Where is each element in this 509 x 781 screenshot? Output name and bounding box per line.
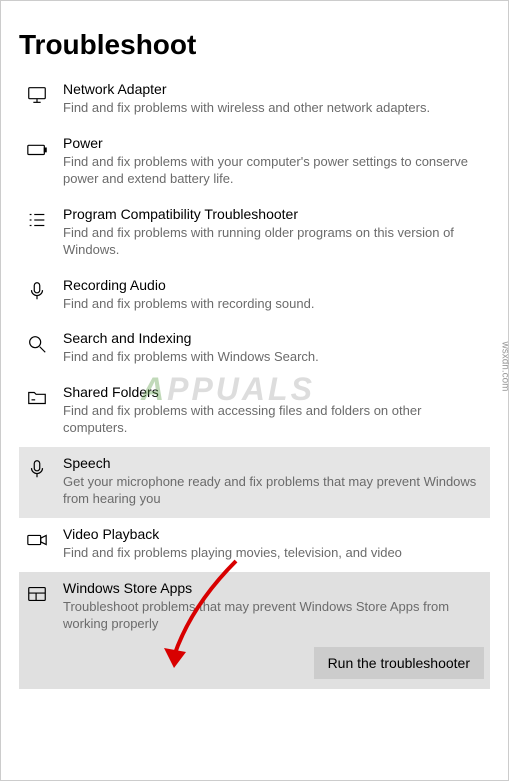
search-icon [25,332,49,356]
item-title: Program Compatibility Troubleshooter [63,206,484,222]
item-desc: Find and fix problems with your computer… [63,153,484,188]
item-text: Power Find and fix problems with your com… [63,135,484,188]
troubleshooter-item-search-and-indexing[interactable]: Search and Indexing Find and fix problems… [19,322,490,376]
item-desc: Find and fix problems with recording sou… [63,295,484,313]
item-text: Windows Store Apps Troubleshoot problems … [63,580,484,633]
monitor-icon [25,83,49,107]
run-troubleshooter-button[interactable]: Run the troubleshooter [314,647,484,679]
item-text: Video Playback Find and fix problems play… [63,526,484,562]
item-text: Shared Folders Find and fix problems with… [63,384,484,437]
troubleshooter-item-shared-folders[interactable]: Shared Folders Find and fix problems with… [19,376,490,447]
item-desc: Find and fix problems playing movies, te… [63,544,484,562]
button-row: Run the troubleshooter [25,647,484,679]
item-desc: Find and fix problems with Windows Searc… [63,348,484,366]
page-title: Troubleshoot [19,29,490,61]
mic-icon [25,279,49,303]
item-text: Recording Audio Find and fix problems wit… [63,277,484,313]
troubleshooter-item-power[interactable]: Power Find and fix problems with your com… [19,127,490,198]
item-title: Recording Audio [63,277,484,293]
item-desc: Find and fix problems with wireless and … [63,99,484,117]
troubleshooter-item-windows-store-apps[interactable]: Windows Store Apps Troubleshoot problems … [19,572,490,689]
mic-icon [25,457,49,481]
item-text: Program Compatibility Troubleshooter Find… [63,206,484,259]
troubleshooter-item-recording-audio[interactable]: Recording Audio Find and fix problems wit… [19,269,490,323]
troubleshooter-item-video-playback[interactable]: Video Playback Find and fix problems play… [19,518,490,572]
item-title: Speech [63,455,484,471]
folder-icon [25,386,49,410]
item-title: Search and Indexing [63,330,484,346]
credit-text: wsxdn.com [499,341,509,391]
item-title: Video Playback [63,526,484,542]
item-title: Power [63,135,484,151]
troubleshooter-item-program-compatibility-troubleshooter[interactable]: Program Compatibility Troubleshooter Find… [19,198,490,269]
video-icon [25,528,49,552]
item-desc: Get your microphone ready and fix proble… [63,473,484,508]
item-title: Shared Folders [63,384,484,400]
item-title: Windows Store Apps [63,580,484,596]
troubleshooter-item-network-adapter[interactable]: Network Adapter Find and fix problems wit… [19,73,490,127]
item-text: Search and Indexing Find and fix problems… [63,330,484,366]
item-title: Network Adapter [63,81,484,97]
store-icon [25,582,49,606]
list-icon [25,208,49,232]
troubleshooter-list: Network Adapter Find and fix problems wit… [19,73,490,689]
item-desc: Find and fix problems with accessing fil… [63,402,484,437]
battery-icon [25,137,49,161]
item-text: Speech Get your microphone ready and fix … [63,455,484,508]
item-desc: Troubleshoot problems that may prevent W… [63,598,484,633]
troubleshooter-item-speech[interactable]: Speech Get your microphone ready and fix … [19,447,490,518]
item-text: Network Adapter Find and fix problems wit… [63,81,484,117]
item-desc: Find and fix problems with running older… [63,224,484,259]
